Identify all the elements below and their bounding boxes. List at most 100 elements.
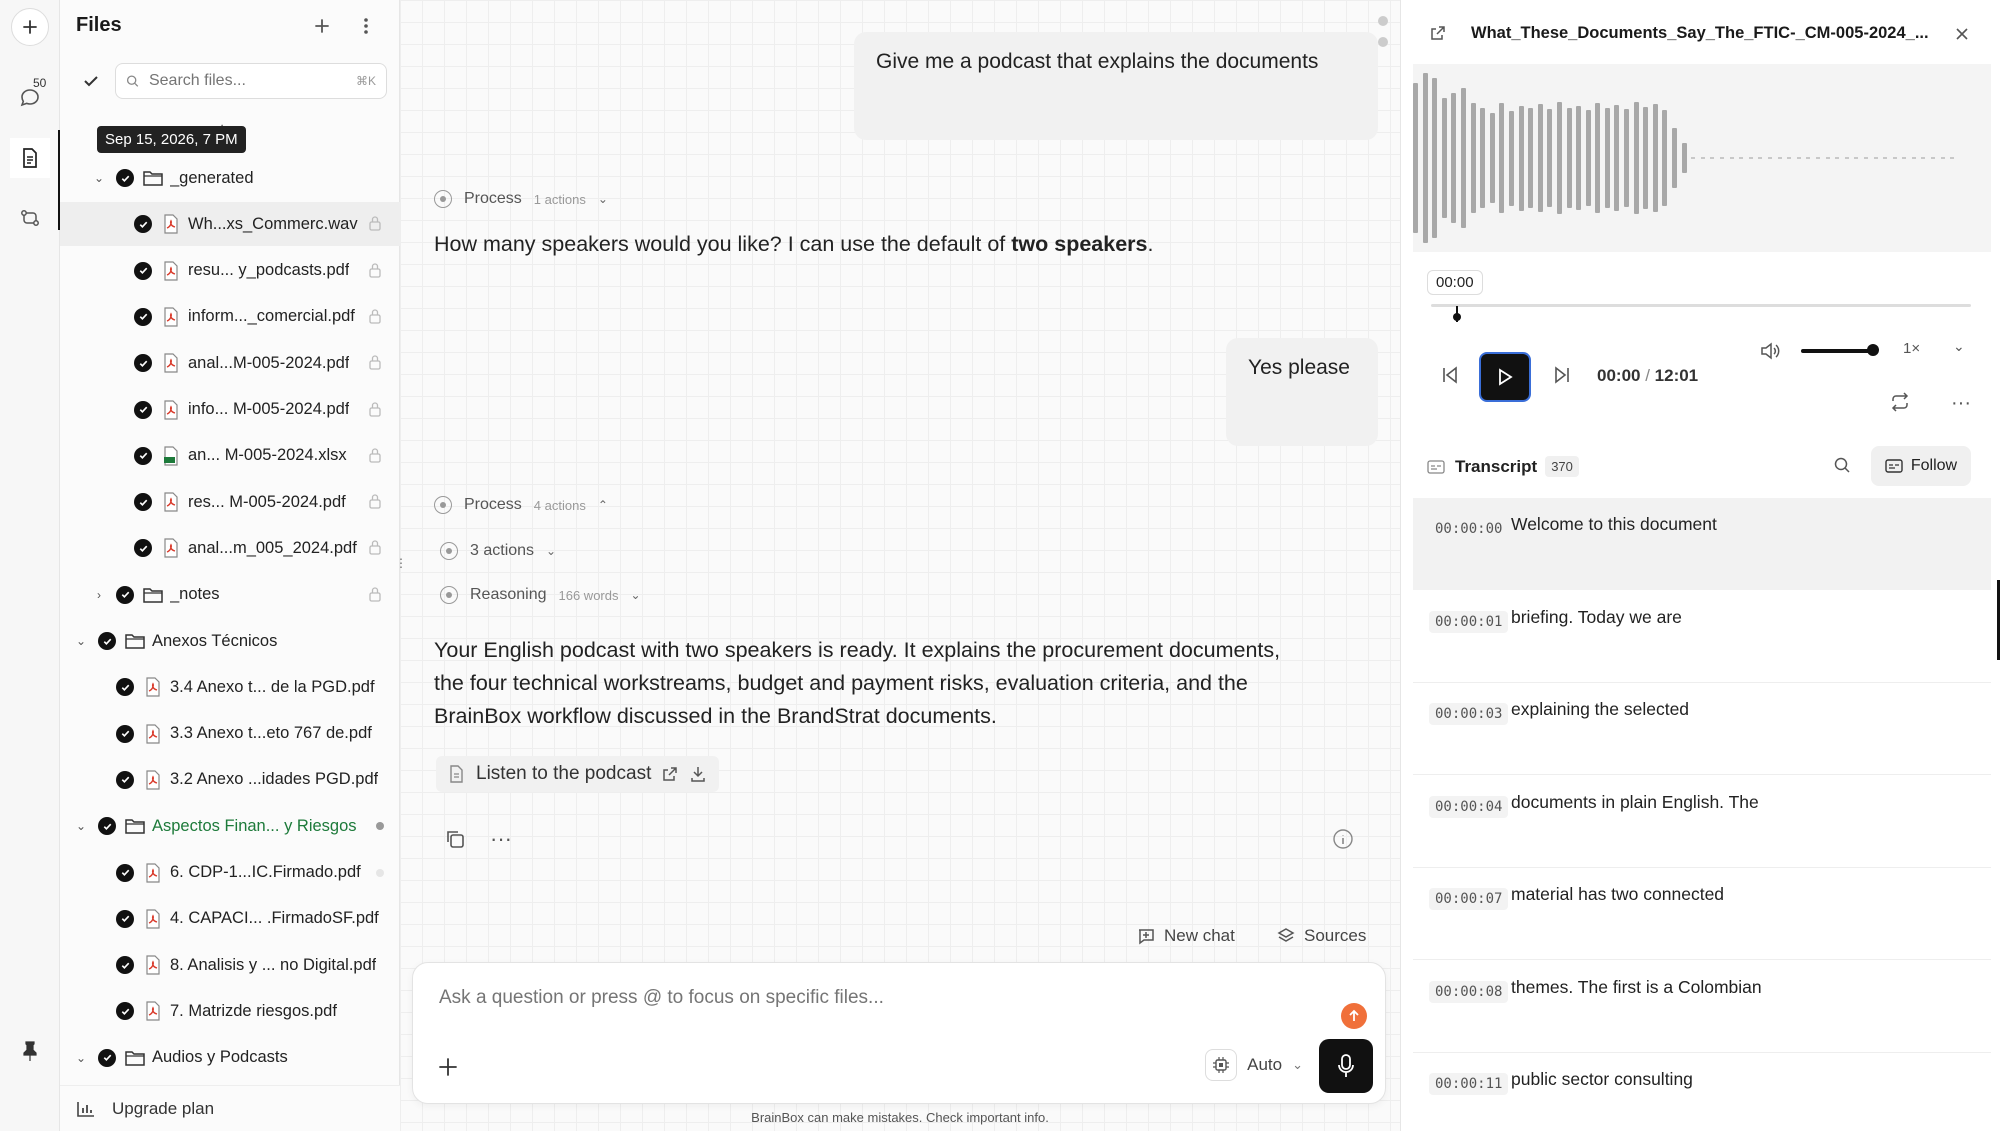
row-checkbox[interactable] bbox=[134, 215, 152, 234]
process-toggle[interactable]: Process 4 actions ⌃ bbox=[434, 496, 608, 514]
transcript-row[interactable]: 00:00:03 explaining the selected bbox=[1413, 683, 1991, 775]
row-checkbox[interactable] bbox=[116, 169, 134, 187]
new-item-button[interactable] bbox=[11, 8, 49, 46]
files-menu-button[interactable] bbox=[352, 12, 380, 40]
file-row[interactable]: an... M-005-2024.xlsx bbox=[60, 434, 400, 478]
file-row[interactable]: 7. Matrizde riesgos.pdf bbox=[60, 989, 400, 1033]
file-row[interactable]: 3.3 Anexo t...eto 767 de.pdf bbox=[60, 712, 400, 756]
sources-button[interactable]: Sources bbox=[1276, 926, 1366, 946]
row-checkbox[interactable] bbox=[134, 307, 152, 326]
message-input[interactable] bbox=[439, 987, 1259, 1009]
transcript-timestamp[interactable]: 00:00:07 bbox=[1429, 888, 1509, 910]
chevron-down-icon[interactable]: ⌄ bbox=[1953, 338, 1965, 355]
chevron-down-icon[interactable]: ⌄ bbox=[72, 819, 90, 833]
more-options-button[interactable]: ··· bbox=[490, 826, 512, 852]
play-button[interactable] bbox=[1479, 352, 1531, 402]
close-button[interactable] bbox=[1954, 22, 1970, 48]
folder-row[interactable]: ⌄ _generated bbox=[60, 156, 400, 200]
row-checkbox[interactable] bbox=[98, 817, 116, 836]
transcript-row[interactable]: 00:00:08 themes. The first is a Colombian bbox=[1413, 961, 1991, 1053]
row-checkbox[interactable] bbox=[116, 724, 134, 743]
info-button[interactable] bbox=[1332, 828, 1354, 855]
transcript-timestamp[interactable]: 00:00:04 bbox=[1429, 795, 1509, 818]
volume-icon[interactable] bbox=[1759, 340, 1783, 367]
row-checkbox[interactable] bbox=[116, 956, 134, 975]
row-checkbox[interactable] bbox=[98, 632, 116, 650]
more-options-button[interactable]: ··· bbox=[1951, 392, 1971, 415]
transcript-row[interactable]: 00:00:01 briefing. Today we are bbox=[1413, 591, 1991, 683]
chevron-down-icon[interactable]: ⌄ bbox=[72, 1051, 90, 1065]
chevron-right-icon[interactable]: › bbox=[90, 588, 108, 602]
add-file-button[interactable] bbox=[308, 12, 336, 40]
row-checkbox[interactable] bbox=[134, 261, 152, 280]
file-row[interactable]: 6. CDP-1...IC.Firmado.pdf bbox=[60, 851, 400, 895]
skip-back-button[interactable] bbox=[1439, 364, 1461, 391]
row-checkbox[interactable] bbox=[134, 354, 152, 373]
download-icon[interactable] bbox=[689, 765, 707, 783]
chevron-down-icon[interactable]: ⌄ bbox=[72, 634, 90, 648]
volume-slider[interactable] bbox=[1801, 349, 1873, 353]
file-row[interactable]: 4. CAPACI... .FirmadoSF.pdf bbox=[60, 897, 400, 941]
transcript-row[interactable]: 00:00:04 documents in plain English. The bbox=[1413, 776, 1991, 868]
reasoning-toggle[interactable]: Reasoning 166 words ⌄ bbox=[440, 586, 641, 604]
file-row[interactable]: 3.2 Anexo ...idades PGD.pdf bbox=[60, 758, 400, 802]
row-checkbox[interactable] bbox=[116, 909, 134, 928]
open-external-icon[interactable] bbox=[661, 765, 679, 783]
row-checkbox[interactable] bbox=[116, 770, 134, 789]
transcript-search-button[interactable] bbox=[1833, 456, 1851, 479]
folder-row[interactable]: ⌄ Aspectos Finan... y Riesgos bbox=[60, 804, 400, 848]
open-external-icon[interactable] bbox=[1429, 24, 1447, 47]
waveform[interactable] bbox=[1413, 64, 1991, 252]
skip-forward-button[interactable] bbox=[1551, 364, 1573, 391]
follow-button[interactable]: Follow bbox=[1871, 446, 1971, 486]
transcript-row[interactable]: 00:00:00 Welcome to this document bbox=[1413, 498, 1991, 590]
folder-row[interactable]: ⌄ Audios y Podcasts bbox=[60, 1036, 400, 1080]
row-checkbox[interactable] bbox=[116, 678, 134, 697]
left-resize-handle[interactable]: ⋮ bbox=[395, 556, 407, 574]
folder-row[interactable]: ⌄ Anexos Técnicos bbox=[60, 619, 400, 663]
row-checkbox[interactable] bbox=[134, 539, 152, 558]
chevron-down-icon[interactable]: ⌄ bbox=[90, 171, 108, 185]
transcript-timestamp[interactable]: 00:00:03 bbox=[1429, 703, 1509, 725]
new-chat-button[interactable]: New chat bbox=[1136, 926, 1235, 946]
folder-row[interactable]: › _notes bbox=[60, 573, 400, 617]
search-box[interactable]: ⌘K bbox=[115, 63, 387, 99]
files-button[interactable] bbox=[10, 138, 50, 178]
row-checkbox[interactable] bbox=[116, 1002, 134, 1021]
transcript-timestamp[interactable]: 00:00:11 bbox=[1429, 1073, 1509, 1095]
row-checkbox[interactable] bbox=[116, 863, 134, 882]
transcript-row[interactable]: 00:00:07 material has two connected bbox=[1413, 868, 1991, 960]
row-checkbox[interactable] bbox=[116, 585, 134, 604]
row-checkbox[interactable] bbox=[134, 446, 152, 465]
attach-button[interactable] bbox=[437, 1053, 459, 1085]
pin-icon[interactable] bbox=[20, 1040, 40, 1067]
file-row[interactable]: inform..._comercial.pdf bbox=[60, 295, 400, 339]
model-selector[interactable]: Auto ⌄ bbox=[1205, 1049, 1303, 1081]
file-row[interactable]: Wh...xs_Commerc.wav bbox=[60, 202, 400, 247]
transcript-timestamp[interactable]: 00:00:00 bbox=[1429, 518, 1508, 540]
row-checkbox[interactable] bbox=[134, 400, 152, 419]
transcript-row[interactable]: 00:00:11 public sector consulting bbox=[1413, 1053, 1991, 1131]
search-input[interactable] bbox=[148, 72, 356, 90]
volume-handle[interactable] bbox=[1867, 344, 1879, 356]
loop-button[interactable] bbox=[1889, 392, 1911, 417]
row-checkbox[interactable] bbox=[98, 1048, 116, 1067]
file-row[interactable]: anal...M-005-2024.pdf bbox=[60, 341, 400, 385]
file-row[interactable]: resu... y_podcasts.pdf bbox=[60, 249, 400, 293]
row-checkbox[interactable] bbox=[134, 493, 152, 512]
send-button[interactable] bbox=[1341, 1003, 1367, 1029]
playback-speed[interactable]: 1× bbox=[1903, 340, 1920, 357]
file-row[interactable]: anal...m_005_2024.pdf bbox=[60, 526, 400, 570]
transcript-timestamp[interactable]: 00:00:01 bbox=[1429, 610, 1509, 633]
voice-button[interactable] bbox=[1319, 1039, 1373, 1093]
file-row[interactable]: info... M-005-2024.pdf bbox=[60, 388, 400, 432]
transcript-timestamp[interactable]: 00:00:08 bbox=[1429, 980, 1509, 1003]
file-row[interactable]: 3.4 Anexo t... de la PGD.pdf bbox=[60, 665, 400, 709]
file-row[interactable]: res... M-005-2024.pdf bbox=[60, 480, 400, 524]
select-all-checkbox[interactable] bbox=[80, 70, 102, 92]
process-toggle[interactable]: Process 1 actions ⌄ bbox=[434, 190, 608, 208]
file-row[interactable]: 8. Analisis y ... no Digital.pdf bbox=[60, 943, 400, 987]
listen-podcast-chip[interactable]: Listen to the podcast bbox=[436, 756, 720, 792]
seek-bar[interactable] bbox=[1431, 304, 1971, 307]
workflows-button[interactable] bbox=[10, 198, 50, 238]
